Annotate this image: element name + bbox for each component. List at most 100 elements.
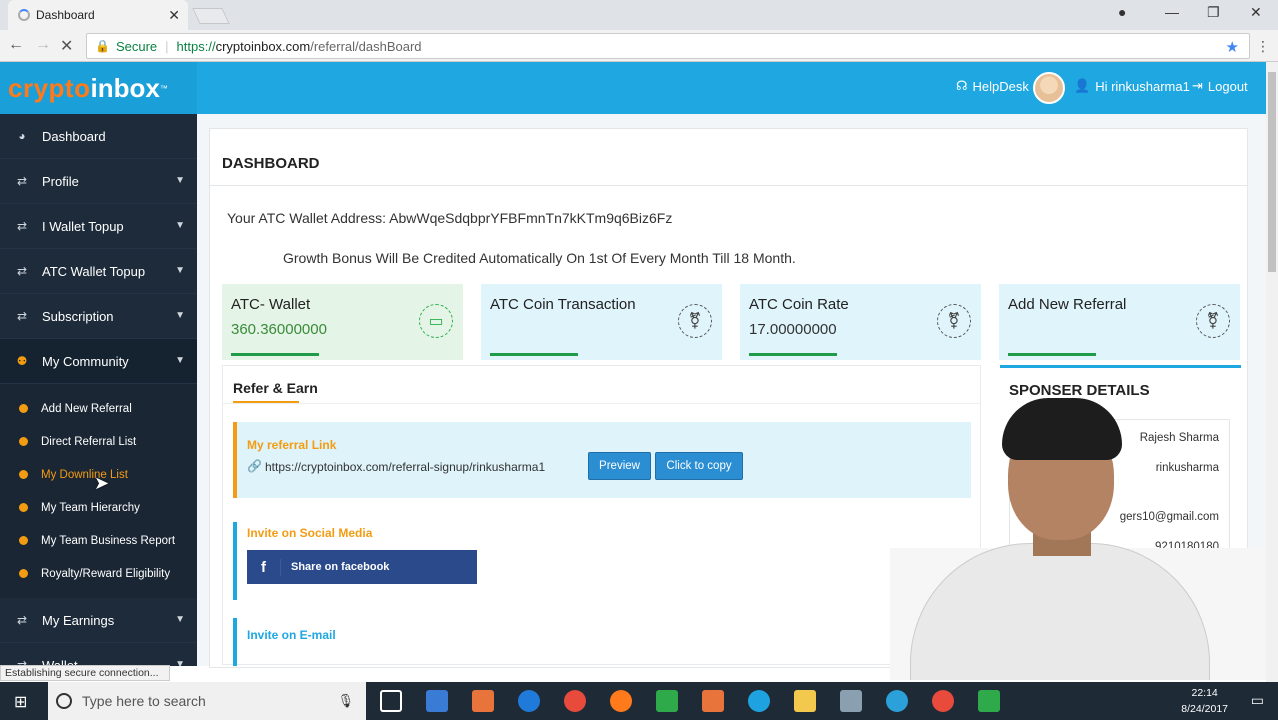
wallet-address-label: Your ATC Wallet Address: xyxy=(227,210,386,226)
url-protocol: https:// xyxy=(176,38,216,54)
submenu-item-label: Royalty/Reward Eligibility xyxy=(41,567,171,580)
page-scrollbar[interactable] xyxy=(1266,62,1278,682)
stat-card-title: ATC Coin Rate xyxy=(749,296,849,313)
stat-card-atc-coin-rate[interactable]: ATC Coin Rate 17.00000000 ⚧ xyxy=(740,284,981,360)
chevron-down-icon: ▼ xyxy=(175,659,185,666)
skype-icon[interactable] xyxy=(748,690,770,712)
telegram-icon[interactable] xyxy=(886,690,908,712)
page-title: DASHBOARD xyxy=(222,155,320,172)
logo[interactable]: crypto inbox ™ xyxy=(0,62,197,114)
restore-icon[interactable]: ❐ xyxy=(1207,4,1220,21)
helpdesk-link[interactable]: ☊ HelpDesk xyxy=(956,78,1029,94)
address-bar[interactable]: 🔒 Secure | https:// cryptoinbox.com /ref… xyxy=(86,33,1250,59)
sidebar-item-subscription[interactable]: ⇄ Subscription ▼ xyxy=(0,294,197,339)
sidebar-item-wallet[interactable]: ⇄ Wallet ▼ xyxy=(0,643,197,667)
sidebar-item-i-wallet-topup[interactable]: ⇄ I Wallet Topup ▼ xyxy=(0,204,197,249)
share-facebook-label: Share on facebook xyxy=(291,561,390,573)
sidebar-item-label: Subscription xyxy=(42,308,114,324)
user-icon: 👤 xyxy=(1074,78,1091,93)
sidebar-item-label: My Earnings xyxy=(42,612,115,628)
refer-earn-box: Refer & Earn My referral Link 🔗 https://… xyxy=(222,365,981,666)
windows-start-icon[interactable]: ⊞ xyxy=(14,692,27,712)
sidebar-item-my-earnings[interactable]: ⇄ My Earnings ▼ xyxy=(0,598,197,643)
minimize-icon[interactable]: — xyxy=(1165,4,1179,20)
camtasia-icon[interactable] xyxy=(656,690,678,712)
submenu-item-label: My Team Hierarchy xyxy=(41,501,140,514)
windows-taskbar: ⊞ Type here to search 🎙 22:14 8/24/2017 … xyxy=(0,682,1278,720)
edge-icon[interactable] xyxy=(518,690,540,712)
taskbar-search[interactable]: Type here to search 🎙 xyxy=(48,682,366,720)
transfer-icon: ⇄ xyxy=(16,613,28,627)
submenu-item-label: Direct Referral List xyxy=(41,435,137,448)
copy-link-button[interactable]: Click to copy xyxy=(655,452,743,480)
logout-link[interactable]: ⇥ Logout xyxy=(1192,78,1248,94)
back-icon[interactable]: ← xyxy=(8,36,24,54)
bullet-dot xyxy=(19,404,28,413)
accent-bar xyxy=(233,522,237,600)
sidebar-item-my-community[interactable]: ⚉ My Community ▼ xyxy=(0,339,197,384)
share-facebook-button[interactable]: f Share on facebook xyxy=(247,550,477,584)
chrome-icon[interactable] xyxy=(564,690,586,712)
bookmark-star-icon[interactable]: ★ xyxy=(1226,38,1239,56)
profile-icon[interactable]: ● xyxy=(1118,4,1126,20)
task-view-icon[interactable] xyxy=(380,690,402,712)
sidebar-item-profile[interactable]: ⇄ Profile ▼ xyxy=(0,159,197,204)
chevron-down-icon: ▼ xyxy=(175,355,185,366)
app-icon[interactable] xyxy=(472,690,494,712)
logo-inbox: inbox xyxy=(90,72,160,103)
transfer-icon: ⇄ xyxy=(16,264,28,278)
sidebar-item-label: ATC Wallet Topup xyxy=(42,263,146,279)
forward-icon[interactable]: → xyxy=(35,36,51,54)
chrome-active-icon[interactable] xyxy=(932,690,954,712)
sidebar: ◕ Dashboard ⇄ Profile ▼ ⇄ I Wallet Topup… xyxy=(0,114,197,666)
sponsor-details-title: SPONSER DETAILS xyxy=(1009,382,1150,399)
user-menu[interactable]: 👤 Hi rinkusharma1 xyxy=(1074,78,1190,94)
url-path: /referral/dashBoard xyxy=(310,38,422,54)
system-clock[interactable]: 22:14 8/24/2017 xyxy=(1181,685,1228,717)
sidebar-item-atc-wallet-topup[interactable]: ⇄ ATC Wallet Topup ▼ xyxy=(0,249,197,294)
logo-crypto: crypto xyxy=(8,72,91,103)
stat-card-add-new-referral[interactable]: Add New Referral ⚧ xyxy=(999,284,1240,360)
stat-card-atc-wallet[interactable]: ATC- Wallet 360.36000000 ▭ xyxy=(222,284,463,360)
accent-bar xyxy=(233,618,237,666)
preview-button[interactable]: Preview xyxy=(588,452,651,480)
bullet-dot xyxy=(19,503,28,512)
store-icon[interactable] xyxy=(426,690,448,712)
referral-link-url[interactable]: https://cryptoinbox.com/referral-signup/… xyxy=(265,460,545,474)
submenu-item-my-team-hierarchy[interactable]: My Team Hierarchy xyxy=(0,491,197,524)
sidebar-item-dashboard[interactable]: ◕ Dashboard xyxy=(0,114,197,159)
close-tab-icon[interactable]: ✕ xyxy=(168,7,180,24)
browser-tab[interactable]: Dashboard ✕ xyxy=(8,0,188,30)
notification-icon[interactable]: ▭ xyxy=(1251,692,1264,709)
camtasia-recorder-icon[interactable] xyxy=(978,690,1000,712)
microphone-icon[interactable]: 🎙 xyxy=(337,693,354,709)
submenu-item-royalty-reward-eligibility[interactable]: Royalty/Reward Eligibility xyxy=(0,557,197,590)
social-media-heading: Invite on Social Media xyxy=(247,526,373,540)
firefox-icon[interactable] xyxy=(610,690,632,712)
browser-status-bar: Establishing secure connection... xyxy=(0,665,170,681)
stat-card-bar xyxy=(490,353,578,356)
app-icon[interactable] xyxy=(840,690,862,712)
chevron-down-icon: ▼ xyxy=(175,310,185,321)
logo-tm: ™ xyxy=(159,83,168,93)
scrollbar-thumb[interactable] xyxy=(1268,72,1276,272)
link-icon: 🔗 xyxy=(247,459,262,473)
avatar[interactable] xyxy=(1033,72,1065,104)
browser-menu-icon[interactable]: ⋮ xyxy=(1256,38,1270,55)
submenu-item-direct-referral-list[interactable]: Direct Referral List xyxy=(0,425,197,458)
sidebar-item-label: I Wallet Topup xyxy=(42,218,124,234)
email-invite-heading: Invite on E-mail xyxy=(247,628,336,642)
submenu-item-my-team-business-report[interactable]: My Team Business Report xyxy=(0,524,197,557)
cortana-icon xyxy=(56,693,72,709)
stop-icon[interactable]: ✕ xyxy=(60,36,73,56)
facebook-icon: f xyxy=(247,558,281,576)
stat-card-atc-coin-transaction[interactable]: ATC Coin Transaction ⚧ xyxy=(481,284,722,360)
app-icon[interactable] xyxy=(702,690,724,712)
close-window-icon[interactable]: ✕ xyxy=(1250,4,1262,21)
chevron-down-icon: ▼ xyxy=(175,175,185,186)
loading-icon xyxy=(18,9,30,21)
submenu-item-add-new-referral[interactable]: Add New Referral xyxy=(0,392,197,425)
file-explorer-icon[interactable] xyxy=(794,690,816,712)
submenu-item-label: My Team Business Report xyxy=(41,534,176,547)
new-tab-button[interactable] xyxy=(192,8,230,24)
